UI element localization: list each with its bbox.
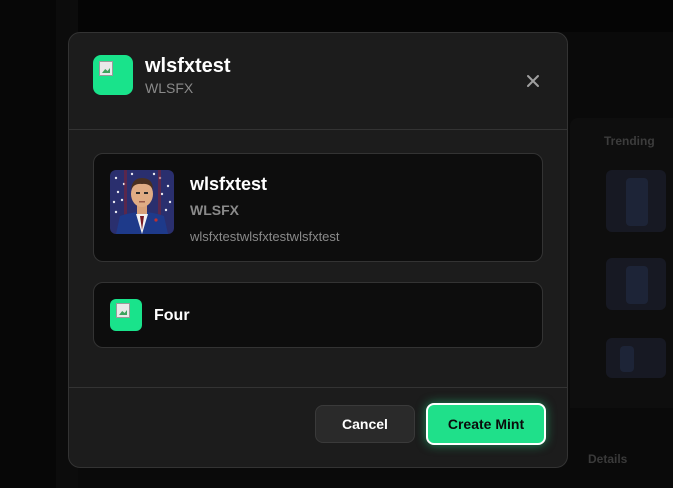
background-bottom-label: Details (588, 452, 628, 466)
broken-image-icon (99, 61, 113, 76)
modal-title: wlsfxtest (145, 55, 231, 77)
token-symbol: WLSFX (190, 202, 239, 218)
background-panel-title: Trending (604, 134, 655, 148)
token-card: wlsfxtest WLSFX wlsfxtestwlsfxtestwlsfxt… (93, 153, 543, 262)
background-thumbnail (606, 258, 666, 310)
token-avatar (110, 170, 174, 234)
token-name: wlsfxtest (190, 174, 268, 194)
modal-header: wlsfxtest WLSFX (69, 33, 567, 130)
platform-logo (110, 299, 142, 331)
platform-option-four[interactable]: Four (93, 282, 543, 348)
platform-label: Four (154, 307, 190, 324)
modal-subtitle: WLSFX (145, 80, 194, 96)
broken-image-icon (116, 303, 130, 318)
background-thumbnail (606, 338, 666, 378)
cancel-button[interactable]: Cancel (315, 405, 415, 443)
token-logo (93, 55, 133, 95)
close-icon[interactable] (525, 73, 541, 89)
create-mint-modal: wlsfxtest WLSFX wlsfxtest WLSFX wlsfxtes… (68, 32, 568, 468)
background-header (78, 0, 673, 32)
create-mint-button[interactable]: Create Mint (426, 403, 546, 445)
modal-footer: Cancel Create Mint (69, 387, 567, 467)
token-description: wlsfxtestwlsfxtestwlsfxtest (190, 229, 340, 244)
background-thumbnail (606, 170, 666, 232)
